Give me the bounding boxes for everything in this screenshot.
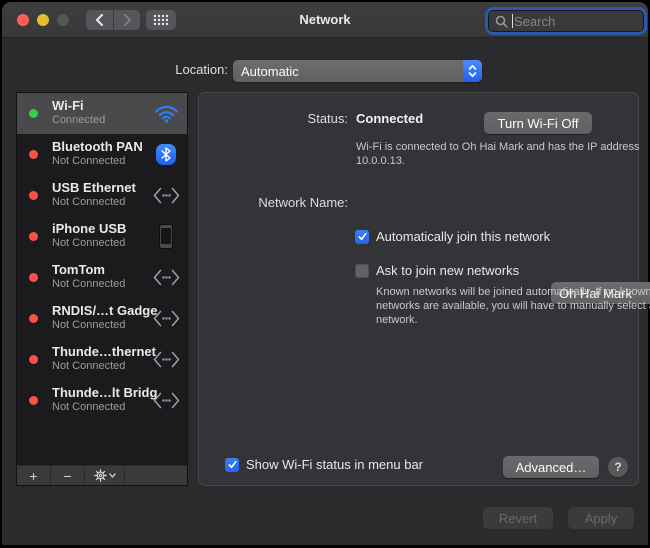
status-dot — [29, 150, 38, 159]
service-actions-button[interactable] — [85, 466, 125, 485]
iphone-icon — [151, 216, 181, 257]
status-dot — [29, 109, 38, 118]
back-icon — [95, 14, 104, 26]
status-dot — [29, 191, 38, 200]
service-status: Not Connected — [52, 196, 125, 208]
service-name: USB Ethernet — [52, 180, 136, 195]
gear-icon — [94, 469, 107, 482]
revert-button[interactable]: Revert — [483, 507, 553, 529]
service-name: Thunde…thernet — [52, 344, 156, 359]
ask-join-label: Ask to join new networks — [376, 263, 519, 278]
service-row[interactable]: iPhone USB Not Connected — [17, 216, 187, 257]
service-status: Not Connected — [52, 237, 125, 249]
apply-button[interactable]: Apply — [568, 507, 634, 529]
sidebar-toolbar: + − — [17, 465, 187, 485]
service-row[interactable]: USB Ethernet Not Connected — [17, 175, 187, 216]
status-dot — [29, 314, 38, 323]
chevron-down-icon — [109, 473, 116, 478]
service-name: iPhone USB — [52, 221, 126, 236]
close-button[interactable] — [17, 14, 29, 26]
minimize-button[interactable] — [37, 14, 49, 26]
network-preferences-window: { "window": { "title": "Network" }, "too… — [0, 0, 650, 548]
back-button[interactable] — [86, 10, 113, 30]
service-name: Thunde…lt Bridge — [52, 385, 157, 400]
ethernet-icon — [151, 298, 181, 339]
service-name: Bluetooth PAN — [52, 139, 143, 154]
remove-service-button[interactable]: − — [51, 466, 85, 485]
checkmark-icon — [227, 459, 238, 470]
service-name: Wi-Fi — [52, 98, 84, 113]
location-value: Automatic — [233, 64, 463, 79]
forward-button[interactable] — [114, 10, 140, 30]
location-label: Location: — [102, 62, 228, 77]
ethernet-icon — [151, 257, 181, 298]
service-name: RNDIS/…t Gadget — [52, 303, 157, 318]
service-status: Connected — [52, 114, 105, 126]
turn-wifi-off-button[interactable]: Turn Wi-Fi Off — [484, 112, 592, 134]
service-row[interactable]: Wi-Fi Connected — [17, 93, 187, 134]
ask-join-checkbox-row: Ask to join new networks — [355, 263, 519, 278]
search-input[interactable] — [514, 14, 637, 29]
status-dot — [29, 232, 38, 241]
show-wifi-status-checkbox[interactable] — [225, 458, 239, 472]
network-name-label: Network Name: — [219, 195, 348, 210]
status-dot — [29, 355, 38, 364]
auto-join-checkbox[interactable] — [355, 230, 369, 244]
search-field[interactable] — [488, 10, 644, 32]
auto-join-label: Automatically join this network — [376, 229, 550, 244]
show-all-button[interactable] — [146, 10, 176, 30]
search-icon — [495, 15, 508, 28]
service-status: Not Connected — [52, 401, 125, 413]
service-status: Not Connected — [52, 360, 125, 372]
show-wifi-status-label: Show Wi-Fi status in menu bar — [246, 457, 423, 472]
ethernet-icon — [151, 339, 181, 380]
service-row[interactable]: Thunde…lt Bridge Not Connected — [17, 380, 187, 421]
service-status: Not Connected — [52, 155, 125, 167]
status-value: Connected — [356, 111, 423, 126]
service-row[interactable]: Bluetooth PAN Not Connected — [17, 134, 187, 175]
ask-join-help-text: Known networks will be joined automatica… — [376, 285, 650, 327]
service-row[interactable]: TomTom Not Connected — [17, 257, 187, 298]
forward-icon — [123, 14, 132, 26]
status-dot — [29, 396, 38, 405]
title-bar: Network — [2, 2, 648, 38]
wifi-icon — [151, 93, 181, 134]
text-caret — [512, 14, 513, 28]
status-description: Wi-Fi is connected to Oh Hai Mark and ha… — [356, 140, 650, 168]
window: Network Location: Automatic Wi-Fi Connec… — [2, 2, 648, 545]
service-status: Not Connected — [52, 278, 125, 290]
services-list: Wi-Fi Connected Bluetooth PAN Not Connec… — [17, 93, 187, 465]
status-dot — [29, 273, 38, 282]
status-label: Status: — [239, 111, 348, 126]
zoom-button — [57, 14, 69, 26]
detail-panel: Status: Connected Turn Wi-Fi Off Wi-Fi i… — [198, 92, 639, 486]
bluetooth-icon — [151, 134, 181, 175]
show-status-checkbox-row: Show Wi-Fi status in menu bar — [225, 457, 423, 472]
show-all-grid-icon — [153, 14, 169, 26]
ask-join-checkbox[interactable] — [355, 264, 369, 278]
services-sidebar: Wi-Fi Connected Bluetooth PAN Not Connec… — [16, 92, 188, 486]
advanced-button[interactable]: Advanced… — [503, 456, 599, 478]
ethernet-icon — [151, 175, 181, 216]
service-status: Not Connected — [52, 319, 125, 331]
checkmark-icon — [357, 231, 368, 242]
ethernet-icon — [151, 380, 181, 421]
popup-stepper-icon — [463, 60, 482, 82]
location-dropdown[interactable]: Automatic — [233, 60, 482, 82]
service-name: TomTom — [52, 262, 105, 277]
service-row[interactable]: RNDIS/…t Gadget Not Connected — [17, 298, 187, 339]
add-service-button[interactable]: + — [17, 466, 51, 485]
service-row[interactable]: Thunde…thernet Not Connected — [17, 339, 187, 380]
help-button[interactable]: ? — [608, 457, 628, 477]
auto-join-checkbox-row: Automatically join this network — [355, 229, 550, 244]
